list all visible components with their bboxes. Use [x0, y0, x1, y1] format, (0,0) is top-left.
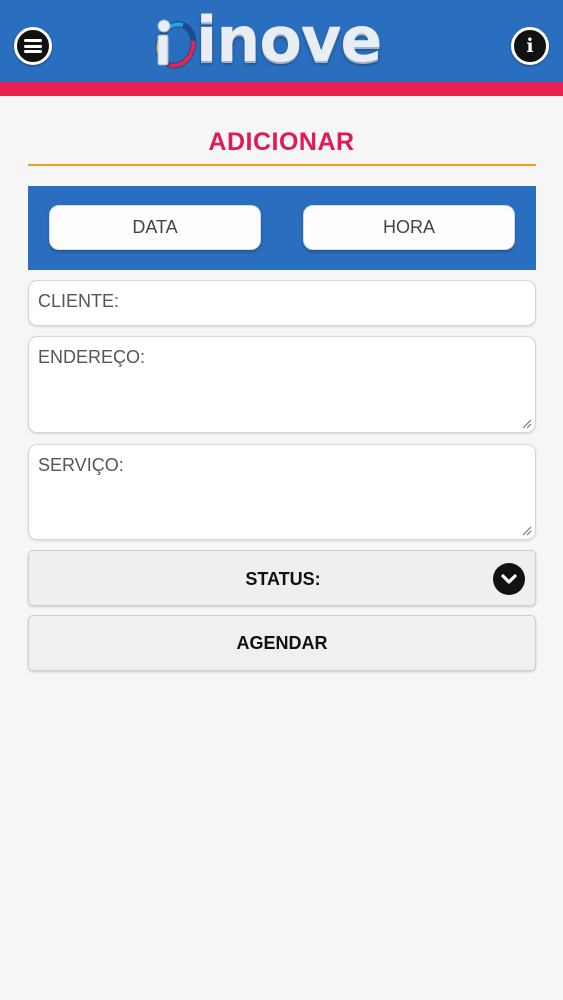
resize-grip-icon[interactable]	[522, 526, 532, 536]
info-button[interactable]: i	[511, 27, 549, 65]
chevron-down-icon	[493, 563, 525, 595]
app-logo: inove	[150, 3, 415, 76]
servico-placeholder: SERVIÇO:	[38, 455, 124, 475]
menu-button[interactable]	[14, 27, 52, 65]
cliente-input[interactable]: CLIENTE:	[28, 280, 536, 326]
title-divider	[28, 164, 536, 166]
info-icon: i	[526, 34, 534, 57]
cliente-placeholder: CLIENTE:	[38, 291, 120, 311]
endereco-textarea[interactable]: ENDEREÇO:	[28, 336, 536, 433]
date-button[interactable]: DATA	[49, 205, 261, 250]
status-select[interactable]: STATUS:	[28, 550, 536, 606]
app-header: inove i	[0, 0, 563, 82]
app-screen: inove i ADICIONAR DATA HORA CLIENTE: END…	[0, 0, 563, 1000]
time-button[interactable]: HORA	[303, 205, 515, 250]
datetime-panel: DATA HORA	[28, 186, 536, 270]
page-title: ADICIONAR	[208, 128, 355, 156]
servico-textarea[interactable]: SERVIÇO:	[28, 444, 536, 540]
logo-text: inove	[196, 3, 382, 76]
status-label: STATUS:	[245, 569, 321, 589]
endereco-placeholder: ENDEREÇO:	[38, 347, 146, 367]
resize-grip-icon[interactable]	[522, 419, 532, 429]
agendar-button[interactable]: AGENDAR	[28, 615, 536, 671]
hamburger-menu-icon	[24, 39, 42, 53]
header-accent-stripe	[0, 82, 563, 96]
logo-swirl-icon	[155, 19, 197, 69]
